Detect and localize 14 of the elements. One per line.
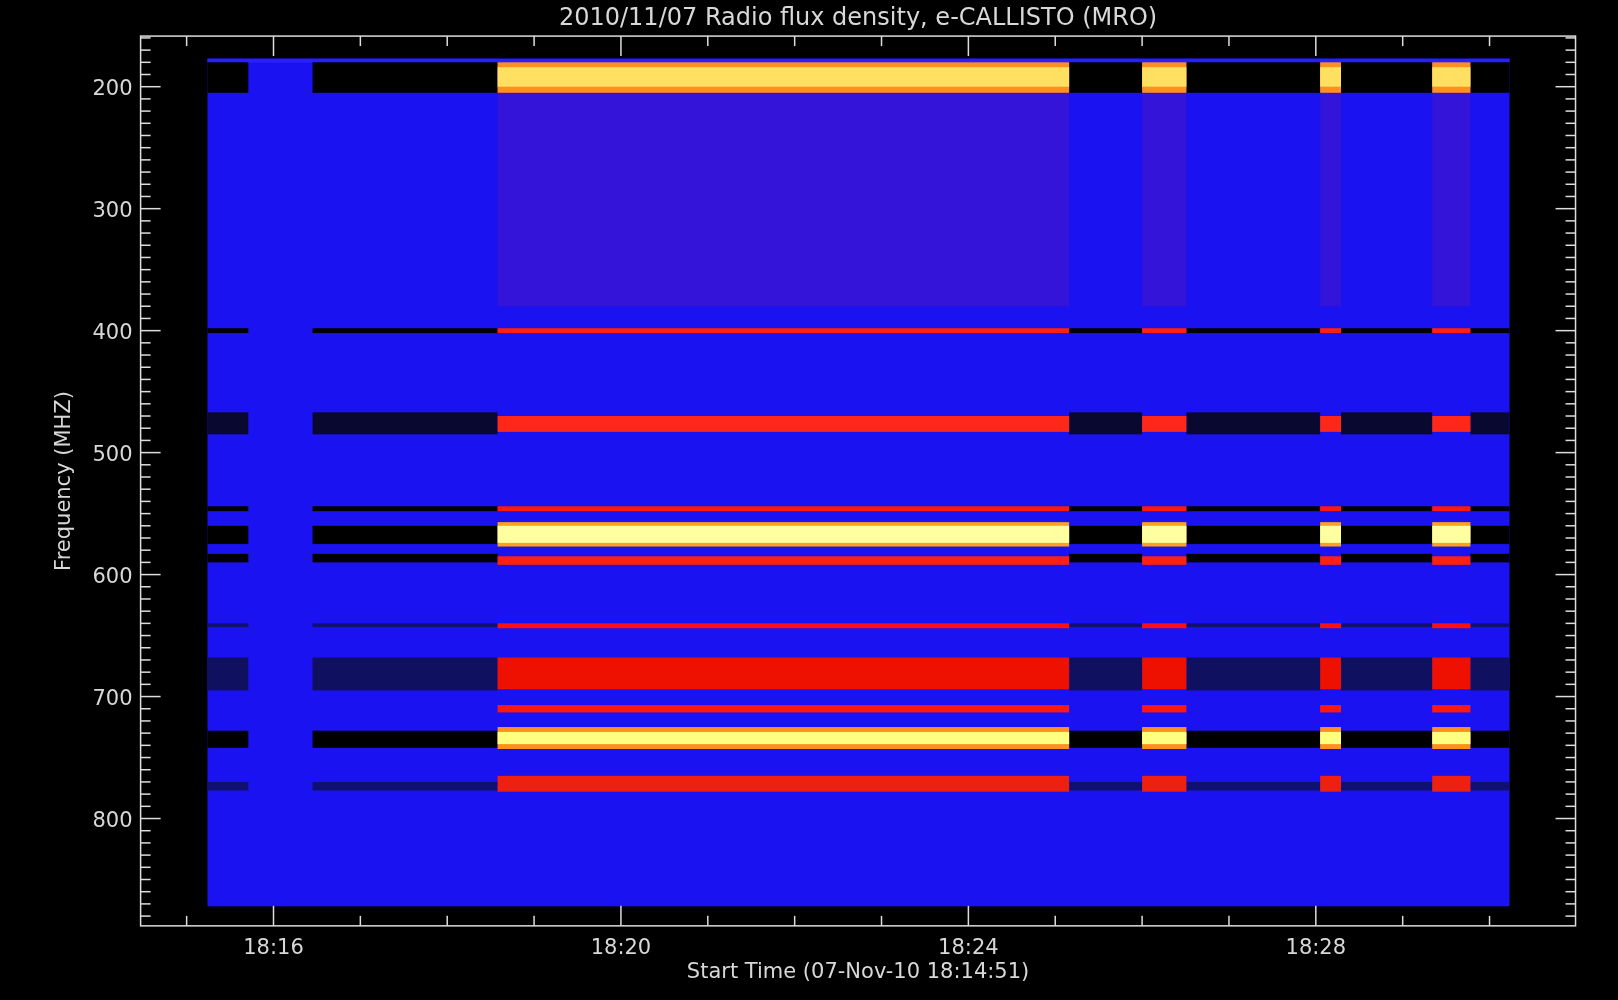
x-tick-label: 18:20 — [590, 934, 652, 959]
y-tick-label: 800 — [92, 807, 133, 832]
x-axis-label: Start Time (07-Nov-10 18:14:51) — [686, 958, 1030, 983]
chart-title: 2010/11/07 Radio flux density, e-CALLISTO (MRO) — [558, 3, 1158, 31]
y-tick-label: 200 — [92, 75, 133, 100]
y-axis-label: Frequency (MHZ) — [51, 391, 75, 571]
y-tick-label: 700 — [92, 685, 133, 710]
y-tick-label: 500 — [92, 441, 133, 466]
x-tick-label: 18:16 — [243, 934, 304, 959]
y-tick-label: 400 — [92, 319, 133, 344]
x-tick-label: 18:24 — [938, 934, 999, 959]
y-tick-label: 300 — [92, 197, 133, 222]
y-tick-label: 600 — [92, 563, 133, 588]
x-tick-label: 18:28 — [1285, 934, 1347, 959]
